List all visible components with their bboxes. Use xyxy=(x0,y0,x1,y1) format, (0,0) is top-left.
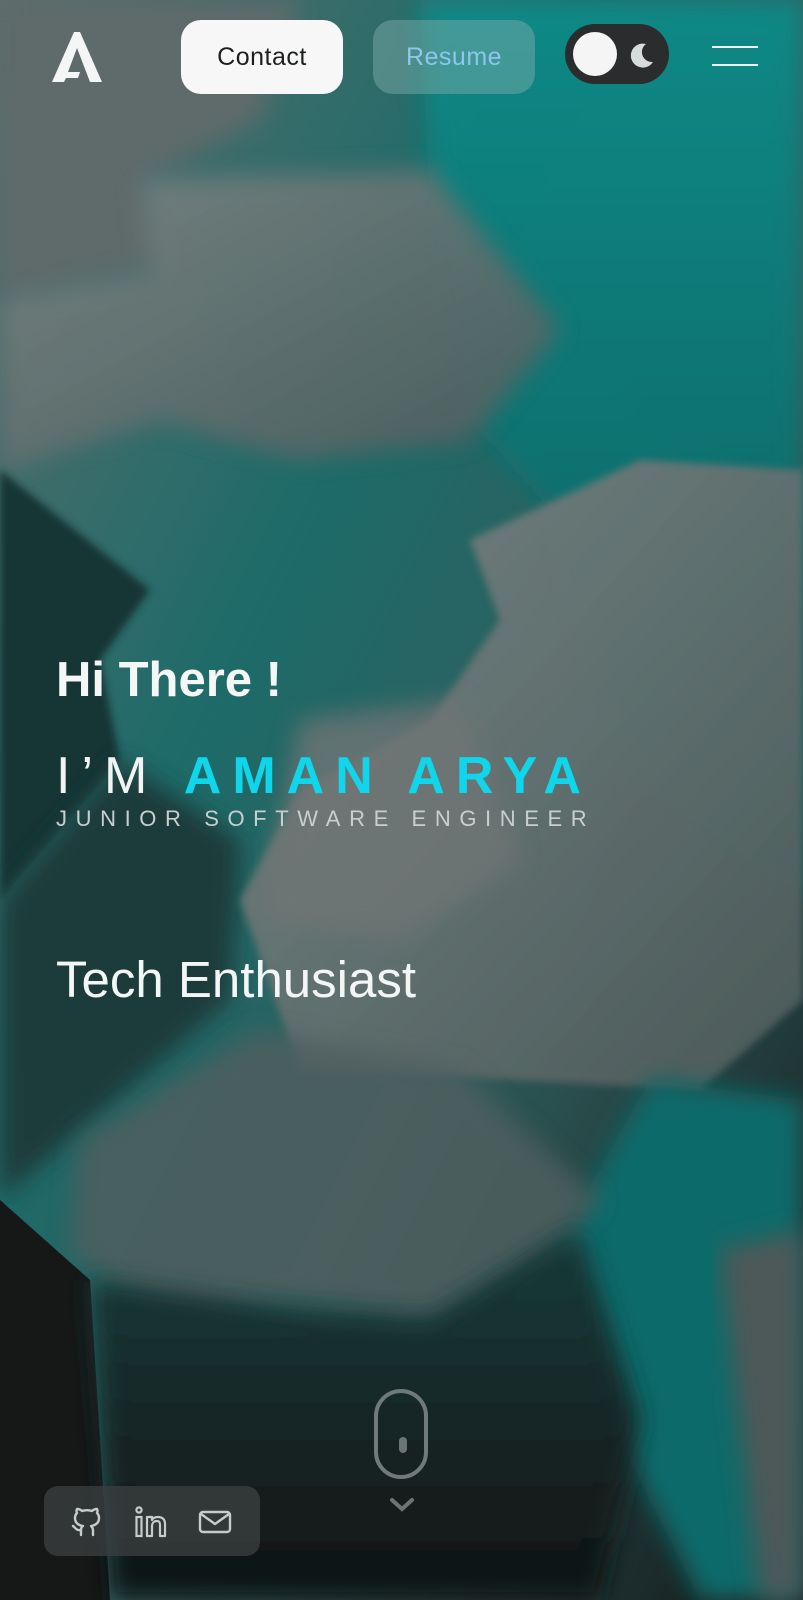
intro-heading: I’M AMAN ARYA xyxy=(56,746,592,806)
github-icon[interactable] xyxy=(70,1505,104,1539)
page: Contact Resume Hi There ! I’M AMAN ARYA … xyxy=(0,0,803,1600)
menu-icon[interactable] xyxy=(712,44,760,68)
toggle-knob xyxy=(573,32,617,76)
linkedin-icon[interactable] xyxy=(134,1505,168,1539)
greeting: Hi There ! xyxy=(56,653,282,707)
intro-prefix: I’M xyxy=(56,747,159,805)
resume-button[interactable]: Resume xyxy=(373,20,535,94)
contact-button[interactable]: Contact xyxy=(181,20,343,94)
chevron-down-icon xyxy=(390,1498,414,1512)
moon-icon xyxy=(630,43,653,68)
social-links xyxy=(44,1486,260,1556)
theme-toggle[interactable] xyxy=(565,24,669,84)
tagline: Tech Enthusiast xyxy=(56,951,417,1008)
mail-icon[interactable] xyxy=(198,1505,232,1539)
scroll-down-icon[interactable] xyxy=(374,1389,428,1479)
scroll-wheel xyxy=(399,1437,407,1453)
person-name: AMAN ARYA xyxy=(183,747,592,805)
job-title: JUNIOR SOFTWARE ENGINEER xyxy=(56,806,596,831)
logo[interactable] xyxy=(50,28,104,84)
